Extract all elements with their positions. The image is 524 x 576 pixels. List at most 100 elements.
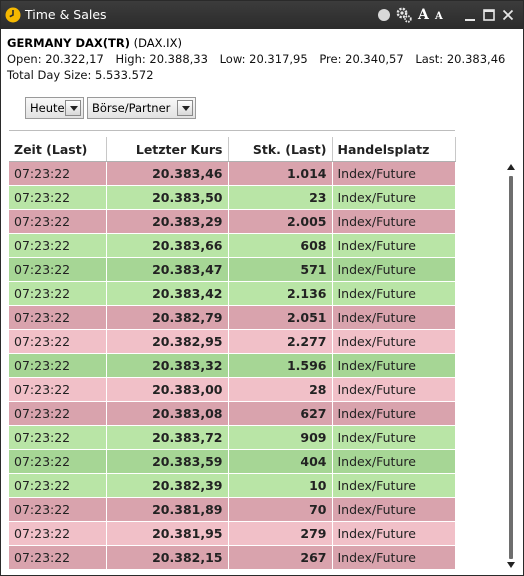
cell-venue: Index/Future (332, 521, 456, 546)
font-smaller-icon[interactable]: A (435, 9, 443, 27)
table-row[interactable]: 07:23:22 20.381,89 70 Index/Future (9, 497, 456, 522)
instrument-header: GERMANY DAX(TR) (DAX.IX) (7, 36, 182, 50)
table-row[interactable]: 07:23:22 20.383,46 1.014 Index/Future (9, 161, 456, 186)
column-header-time[interactable]: Zeit (Last) (9, 137, 107, 162)
clock-icon (5, 7, 21, 23)
maximize-icon[interactable] (482, 6, 496, 24)
settings-gear-icon[interactable] (395, 6, 413, 24)
period-dropdown[interactable]: Heute (25, 97, 84, 119)
table-row[interactable]: 07:23:22 20.383,66 608 Index/Future (9, 233, 456, 258)
cell-time: 07:23:22 (9, 257, 107, 282)
table-header-row: Zeit (Last) Letzter Kurs Stk. (Last) Han… (9, 137, 456, 162)
cell-price: 20.382,79 (106, 305, 229, 330)
cell-venue: Index/Future (332, 401, 456, 426)
cell-price: 20.383,46 (106, 161, 229, 186)
dropdown-arrow-icon[interactable] (177, 100, 193, 116)
cell-price: 20.382,15 (106, 545, 229, 570)
scroll-down-icon[interactable] (507, 562, 515, 568)
dropdown-arrow-icon[interactable] (65, 100, 81, 116)
close-icon[interactable] (501, 6, 515, 24)
price-stats: Open: 20.322,17 High: 20.388,33 Low: 20.… (7, 52, 505, 66)
minimize-icon[interactable] (463, 6, 477, 24)
cell-time: 07:23:22 (9, 209, 107, 234)
cell-size: 28 (228, 377, 333, 402)
cell-venue: Index/Future (332, 473, 456, 498)
table-row[interactable]: 07:23:22 20.382,39 10 Index/Future (9, 473, 456, 498)
table-row[interactable]: 07:23:22 20.383,50 23 Index/Future (9, 185, 456, 210)
table-row[interactable]: 07:23:22 20.383,42 2.136 Index/Future (9, 281, 456, 306)
table-row[interactable]: 07:23:22 20.382,79 2.051 Index/Future (9, 305, 456, 330)
venue-dropdown-value: Börse/Partner (92, 101, 171, 115)
cell-price: 20.383,66 (106, 233, 229, 258)
column-header-price[interactable]: Letzter Kurs (106, 137, 229, 162)
window-title: Time & Sales (25, 7, 107, 22)
cell-venue: Index/Future (332, 449, 456, 474)
cell-venue: Index/Future (332, 329, 456, 354)
cell-size: 571 (228, 257, 333, 282)
cell-size: 267 (228, 545, 333, 570)
cell-time: 07:23:22 (9, 473, 107, 498)
cell-price: 20.383,29 (106, 209, 229, 234)
cell-price: 20.383,08 (106, 401, 229, 426)
cell-size: 2.136 (228, 281, 333, 306)
cell-size: 1.596 (228, 353, 333, 378)
table-row[interactable]: 07:23:22 20.382,15 267 Index/Future (9, 545, 456, 570)
cell-time: 07:23:22 (9, 161, 107, 186)
table-row[interactable]: 07:23:22 20.381,95 279 Index/Future (9, 521, 456, 546)
total-day-size: Total Day Size: 5.533.572 (7, 68, 154, 82)
cell-time: 07:23:22 (9, 449, 107, 474)
cell-size: 608 (228, 233, 333, 258)
cell-size: 404 (228, 449, 333, 474)
status-dot-icon[interactable] (377, 6, 391, 24)
cell-price: 20.383,47 (106, 257, 229, 282)
table-row[interactable]: 07:23:22 20.383,29 2.005 Index/Future (9, 209, 456, 234)
column-header-venue[interactable]: Handelsplatz (332, 137, 456, 162)
stat-pre: Pre: 20.340,57 (319, 52, 404, 66)
stat-low: Low: 20.317,95 (219, 52, 308, 66)
cell-time: 07:23:22 (9, 377, 107, 402)
cell-venue: Index/Future (332, 425, 456, 450)
cell-time: 07:23:22 (9, 545, 107, 570)
instrument-symbol: (DAX.IX) (133, 36, 182, 50)
table-row[interactable]: 07:23:22 20.383,32 1.596 Index/Future (9, 353, 456, 378)
table-row[interactable]: 07:23:22 20.383,59 404 Index/Future (9, 449, 456, 474)
venue-dropdown[interactable]: Börse/Partner (87, 97, 196, 119)
cell-time: 07:23:22 (9, 185, 107, 210)
column-header-size[interactable]: Stk. (Last) (228, 137, 333, 162)
cell-venue: Index/Future (332, 281, 456, 306)
table-row[interactable]: 07:23:22 20.383,08 627 Index/Future (9, 401, 456, 426)
cell-venue: Index/Future (332, 185, 456, 210)
cell-venue: Index/Future (332, 497, 456, 522)
table-row[interactable]: 07:23:22 20.383,72 909 Index/Future (9, 425, 456, 450)
cell-venue: Index/Future (332, 161, 456, 186)
cell-price: 20.381,89 (106, 497, 229, 522)
cell-size: 23 (228, 185, 333, 210)
table-row[interactable]: 07:23:22 20.382,95 2.277 Index/Future (9, 329, 456, 354)
scrollbar-thumb[interactable] (509, 176, 513, 559)
stat-last: Last: 20.383,46 (415, 52, 506, 66)
cell-size: 2.277 (228, 329, 333, 354)
content-area: GERMANY DAX(TR) (DAX.IX) Open: 20.322,17… (1, 29, 523, 575)
toolbar-divider (9, 130, 455, 131)
font-larger-icon[interactable]: A (418, 6, 429, 24)
cell-price: 20.383,42 (106, 281, 229, 306)
cell-venue: Index/Future (332, 545, 456, 570)
cell-venue: Index/Future (332, 377, 456, 402)
cell-price: 20.383,00 (106, 377, 229, 402)
cell-time: 07:23:22 (9, 233, 107, 258)
vertical-scrollbar[interactable] (506, 164, 516, 571)
cell-venue: Index/Future (332, 209, 456, 234)
cell-time: 07:23:22 (9, 401, 107, 426)
time-and-sales-window: Time & Sales A A GERMANY DAX(TR) (DAX.IX… (0, 0, 524, 576)
cell-size: 2.005 (228, 209, 333, 234)
table-row[interactable]: 07:23:22 20.383,00 28 Index/Future (9, 377, 456, 402)
table-row[interactable]: 07:23:22 20.383,47 571 Index/Future (9, 257, 456, 282)
scroll-up-icon[interactable] (507, 164, 515, 170)
cell-price: 20.382,39 (106, 473, 229, 498)
stat-open: Open: 20.322,17 (7, 52, 104, 66)
cell-time: 07:23:22 (9, 353, 107, 378)
trades-table: Zeit (Last) Letzter Kurs Stk. (Last) Han… (9, 137, 456, 570)
cell-price: 20.381,95 (106, 521, 229, 546)
cell-time: 07:23:22 (9, 281, 107, 306)
title-bar[interactable]: Time & Sales A A (1, 1, 523, 29)
